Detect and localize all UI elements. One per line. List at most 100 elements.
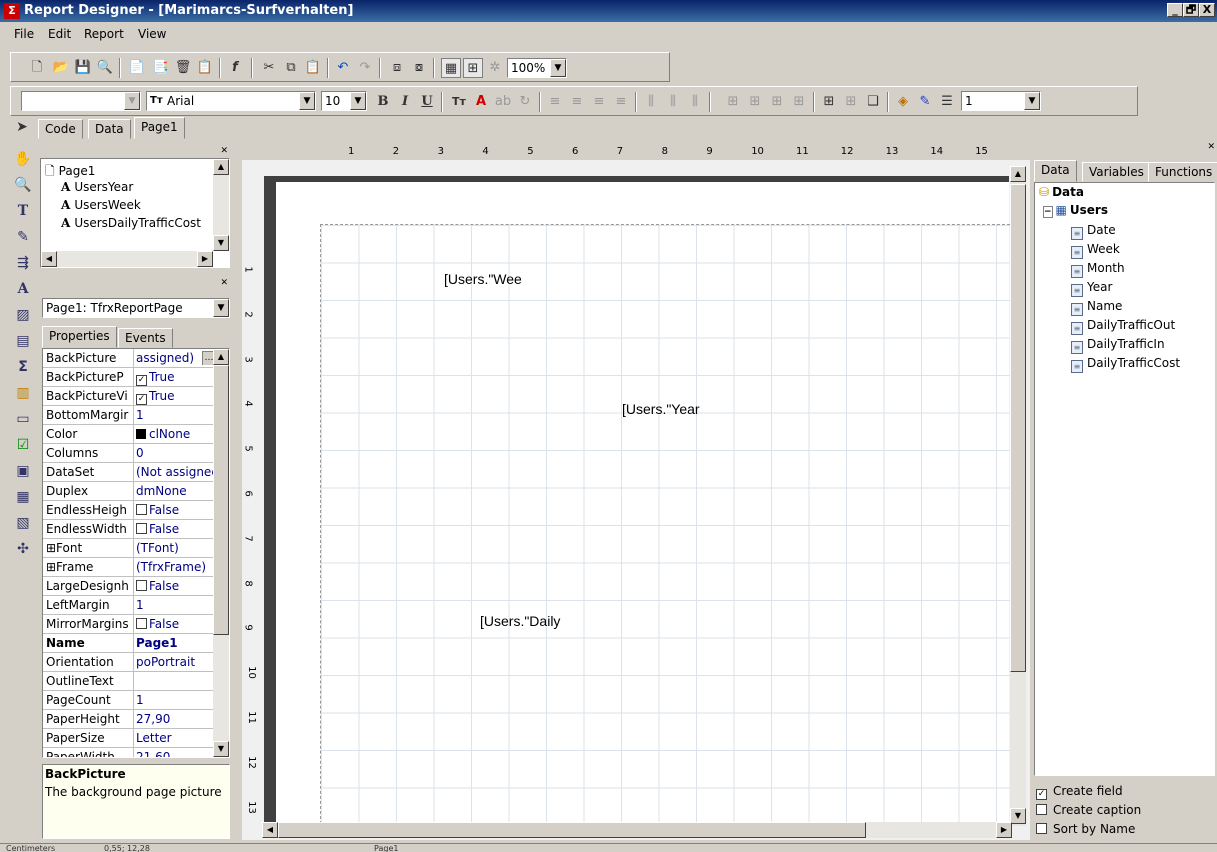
save-icon[interactable]: 💾 <box>73 58 93 78</box>
close-icon[interactable]: ✕ <box>1207 142 1215 152</box>
checkbox-icon[interactable] <box>136 618 147 629</box>
font-name-select[interactable]: Tт Arial ▼ <box>146 91 316 111</box>
chevron-down-icon[interactable]: ▼ <box>124 92 140 110</box>
rotation-icon[interactable]: ↻ <box>515 92 535 112</box>
checkbox-object-icon[interactable]: ☑ <box>12 434 34 456</box>
checkbox-icon[interactable]: ✓ <box>136 394 147 405</box>
checkbox-icon[interactable]: ✓ <box>136 375 147 386</box>
chevron-down-icon[interactable]: ▼ <box>350 92 366 110</box>
highlight-icon[interactable]: ab <box>493 92 513 112</box>
picture-object-icon[interactable]: ▨ <box>12 304 34 326</box>
data-root[interactable]: ⛁ Data <box>1039 185 1084 199</box>
property-row[interactable]: BackPicture assigned)… <box>43 349 216 368</box>
object-selector[interactable]: Page1: TfrxReportPage ▼ <box>42 298 230 318</box>
property-row[interactable]: Name Page1 <box>43 634 215 653</box>
data-field-item[interactable]: ≡ Month <box>1071 261 1125 278</box>
property-row[interactable]: BackPictureVi ✓ True <box>43 387 215 406</box>
cut-icon[interactable]: ✂ <box>259 58 279 78</box>
scroll-up-icon[interactable]: ▲ <box>213 349 229 365</box>
font-settings-icon[interactable]: Tт <box>449 92 469 112</box>
frame-all-icon[interactable]: ⊞ <box>819 92 839 112</box>
select-tool-icon[interactable]: ➤ <box>12 117 32 137</box>
tree-node-memo[interactable]: A UsersYear <box>61 180 133 194</box>
frame-color-icon[interactable]: ✎ <box>915 92 935 112</box>
text-edit-icon[interactable]: T <box>12 200 34 222</box>
property-row[interactable]: MirrorMargins False <box>43 615 215 634</box>
property-row[interactable]: LargeDesignh False <box>43 577 215 596</box>
line-icon[interactable]: ▭ <box>12 408 34 430</box>
align-center-icon[interactable]: ≡ <box>567 92 587 112</box>
property-value[interactable]: assigned)… <box>136 351 216 365</box>
function-icon[interactable]: f <box>225 58 245 78</box>
tab-events[interactable]: Events <box>118 328 173 348</box>
tree-vscroll[interactable]: ▲ ▼ <box>213 159 229 251</box>
option-checkbox[interactable]: ✓ Create field <box>1036 784 1123 800</box>
valign-bottom-icon[interactable]: ⫼ <box>685 92 705 112</box>
checkbox-icon[interactable] <box>136 580 147 591</box>
memo-users-week[interactable]: [Users."Wee <box>444 271 522 287</box>
tab-code[interactable]: Code <box>38 119 83 139</box>
tab-data-tree[interactable]: Data <box>1034 160 1077 182</box>
bold-icon[interactable]: B <box>373 92 393 112</box>
frame-bottom-icon[interactable]: ⊞ <box>745 92 765 112</box>
restore-button[interactable]: 🗗 <box>1183 3 1199 17</box>
property-row[interactable]: ⊞Frame (TfrxFrame) <box>43 558 215 577</box>
property-value[interactable]: (Not assignec <box>136 465 216 479</box>
close-icon[interactable]: ✕ <box>220 146 228 156</box>
checkbox-icon[interactable] <box>136 523 147 534</box>
data-field-item[interactable]: ≡ Week <box>1071 242 1120 259</box>
bring-to-front-icon[interactable]: ⧈ <box>387 58 407 78</box>
checkbox-icon[interactable]: ✓ <box>1036 789 1047 800</box>
frame-width-select[interactable]: 1 ▼ <box>961 91 1041 111</box>
tab-functions[interactable]: Functions <box>1148 162 1217 182</box>
scroll-left-icon[interactable]: ◀ <box>262 822 278 838</box>
dataset-node[interactable]: − ▦ Users <box>1043 203 1108 218</box>
menu-view[interactable]: View <box>138 27 166 41</box>
scroll-down-icon[interactable]: ▼ <box>1010 808 1026 824</box>
canvas-vscroll[interactable]: ▲ ▼ <box>1010 166 1026 826</box>
data-field-item[interactable]: ≡ Date <box>1071 223 1116 240</box>
property-value[interactable]: dmNone <box>136 484 216 498</box>
tree-node-memo[interactable]: A UsersDailyTrafficCost <box>61 216 201 230</box>
align-left-icon[interactable]: ≡ <box>545 92 565 112</box>
scroll-up-icon[interactable]: ▲ <box>213 159 229 175</box>
cross-tab-icon[interactable]: ▦ <box>12 486 34 508</box>
new-dialog-icon[interactable]: 📑 <box>151 58 171 78</box>
property-row[interactable]: Duplex dmNone <box>43 482 215 501</box>
preview-icon[interactable]: 🔍 <box>95 58 115 78</box>
property-row[interactable]: LeftMargin 1 <box>43 596 215 615</box>
delete-page-icon[interactable]: 🗑 <box>173 58 193 78</box>
chevron-down-icon[interactable]: ▼ <box>550 59 566 77</box>
property-row[interactable]: Color clNone <box>43 425 215 444</box>
scroll-down-icon[interactable]: ▼ <box>213 235 229 251</box>
more-objects-icon[interactable]: ✣ <box>12 538 34 560</box>
option-checkbox[interactable]: Create caption <box>1036 803 1141 817</box>
fill-color-icon[interactable]: ◈ <box>893 92 913 112</box>
italic-icon[interactable]: I <box>395 92 415 112</box>
property-value[interactable]: False <box>136 579 216 593</box>
data-field-item[interactable]: ≡ Year <box>1071 280 1112 297</box>
page-settings-icon[interactable]: 📋 <box>195 58 215 78</box>
property-value[interactable]: 21,60 <box>136 750 216 757</box>
shape-icon[interactable]: ▣ <box>12 460 34 482</box>
property-value[interactable]: poPortrait <box>136 655 216 669</box>
property-row[interactable]: Columns 0 <box>43 444 215 463</box>
property-value[interactable]: (TfrxFrame) <box>136 560 216 574</box>
option-checkbox[interactable]: Sort by Name <box>1036 822 1135 836</box>
checkbox-icon[interactable] <box>1036 823 1047 834</box>
show-grid-icon[interactable]: ▦ <box>441 58 461 78</box>
property-row[interactable]: PaperHeight 27,90 <box>43 710 215 729</box>
align-right-icon[interactable]: ≡ <box>589 92 609 112</box>
undo-icon[interactable]: ↶ <box>333 58 353 78</box>
property-row[interactable]: PaperWidth 21,60 <box>43 748 216 757</box>
underline-icon[interactable]: U <box>417 92 437 112</box>
canvas-hscroll[interactable]: ◀ ▶ <box>262 822 1012 838</box>
property-value[interactable]: False <box>136 617 216 631</box>
property-vscroll[interactable]: ▲ ▼ <box>213 349 229 757</box>
tab-page1[interactable]: Page1 <box>134 117 185 139</box>
property-row[interactable]: PageCount 1 <box>43 691 215 710</box>
property-value[interactable]: 1 <box>136 598 216 612</box>
scroll-down-icon[interactable]: ▼ <box>213 741 229 757</box>
insert-band-icon[interactable]: ⇶ <box>12 252 34 274</box>
chevron-down-icon[interactable]: ▼ <box>1024 92 1040 110</box>
